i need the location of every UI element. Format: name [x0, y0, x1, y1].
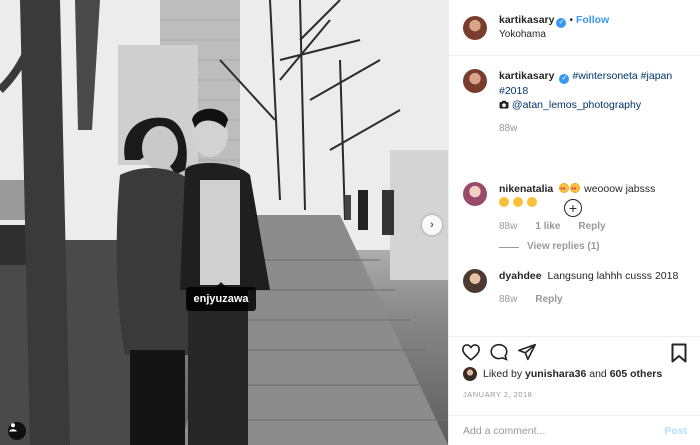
heart-eyes-emoji [570, 182, 581, 196]
comment-meta: 88w Reply [499, 293, 687, 307]
post-photo[interactable]: › enjyuzawa [0, 0, 448, 445]
reply-button[interactable]: Reply [578, 220, 605, 234]
instagram-post: › enjyuzawa kartikasary ✓ • Follow Yokohama [0, 0, 700, 445]
avatar[interactable] [463, 15, 487, 40]
post-header: kartikasary ✓ • Follow Yokohama [449, 0, 700, 56]
comment-text: Langsung lahhh cusss 2018 [547, 270, 679, 282]
photo-scene [0, 0, 448, 445]
avatar[interactable] [463, 69, 487, 93]
chevron-right-icon: › [430, 219, 434, 231]
list-item: nikenatalia weooow jabsss 88w 1 like Rep… [463, 182, 687, 254]
location-link[interactable]: Yokohama [499, 28, 609, 42]
separator-dot: • [569, 15, 573, 26]
comment-meta: 88w 1 like Reply [499, 220, 687, 234]
caption-username[interactable]: kartikasary [499, 70, 554, 82]
header-text: kartikasary ✓ • Follow Yokohama [499, 13, 609, 42]
heart-icon[interactable] [461, 343, 481, 364]
comment-username[interactable]: dyahdee [499, 270, 542, 282]
caption-body: kartikasary ✓ #wintersoneta #japan #2018 … [499, 69, 687, 136]
comment-body: dyahdee Langsung lahhh cusss 2018 88w Re… [499, 269, 687, 307]
caption-meta: 88w [499, 122, 687, 136]
likes-prefix: Liked by [483, 368, 523, 380]
avatar[interactable] [463, 269, 487, 293]
bookmark-icon[interactable] [671, 343, 687, 366]
reply-button[interactable]: Reply [535, 293, 562, 307]
list-item: dyahdee Langsung lahhh cusss 2018 88w Re… [463, 269, 687, 307]
action-bar [449, 336, 700, 366]
next-photo-button[interactable]: › [422, 215, 442, 235]
camera-icon [499, 99, 512, 111]
post-details-panel: kartikasary ✓ • Follow Yokohama kartikasary… [448, 0, 700, 445]
comment-age[interactable]: 88w [499, 293, 517, 307]
post-comment-button[interactable]: Post [664, 425, 687, 437]
comment-body: nikenatalia weooow jabsss 88w 1 like Rep… [499, 182, 687, 254]
photo-credit-link[interactable]: @atan_lemos_photography [512, 99, 641, 111]
share-icon[interactable] [517, 343, 537, 364]
user-tag-label[interactable]: enjyuzawa [186, 282, 256, 311]
avatar[interactable] [463, 367, 477, 381]
likes-others-link[interactable]: 605 others [610, 368, 663, 380]
grin-emoji [499, 197, 509, 207]
person-tag-icon[interactable] [8, 422, 26, 440]
likes-conjunction: and [589, 368, 607, 380]
comment-icon[interactable] [489, 343, 509, 364]
comments-list: kartikasary ✓ #wintersoneta #japan #2018 … [449, 57, 700, 335]
liker-username[interactable]: yunishara36 [525, 368, 586, 380]
comment-text: weooow jabsss [584, 183, 656, 195]
comment-age[interactable]: 88w [499, 220, 517, 234]
smile-emoji [512, 197, 523, 207]
add-comment-bar: Add a comment... Post [449, 415, 700, 445]
author-username[interactable]: kartikasary [499, 14, 554, 26]
comment-likes[interactable]: 1 like [535, 220, 560, 234]
caption-age[interactable]: 88w [499, 122, 517, 136]
smile-emoji [526, 197, 537, 207]
likes-summary: Liked by yunishara36 and 605 others [463, 367, 662, 381]
follow-button[interactable]: Follow [576, 14, 609, 26]
comment-username[interactable]: nikenatalia [499, 183, 553, 195]
view-replies-button[interactable]: View replies (1) [499, 240, 687, 254]
avatar[interactable] [463, 182, 487, 206]
heart-eyes-emoji [559, 182, 570, 196]
verified-badge-icon: ✓ [556, 18, 567, 28]
likes-text: Liked by yunishara36 and 605 others [483, 368, 662, 380]
caption-item: kartikasary ✓ #wintersoneta #japan #2018 … [463, 69, 687, 136]
verified-badge-icon: ✓ [559, 74, 570, 84]
add-comment-input[interactable]: Add a comment... [463, 425, 545, 437]
post-date[interactable]: JANUARY 2, 2018 [463, 390, 532, 399]
